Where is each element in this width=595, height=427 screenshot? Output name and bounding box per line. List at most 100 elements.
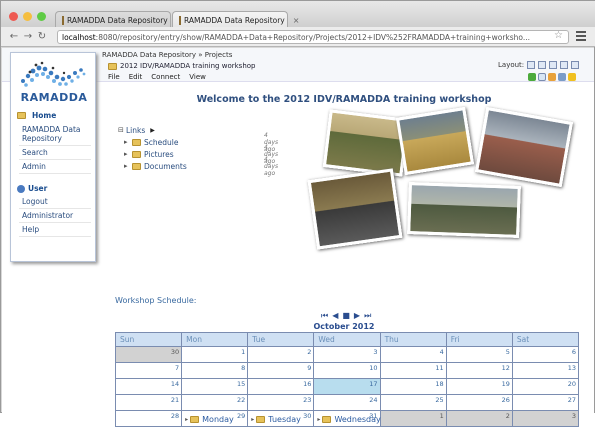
menu-connect[interactable]: Connect [151, 73, 180, 81]
calendar-day-cell[interactable]: 17 [313, 378, 381, 395]
calendar-day-cell[interactable]: 15 [181, 378, 249, 395]
day-number: 30 [170, 348, 180, 356]
calendar-day-cell[interactable]: 20 [511, 378, 580, 395]
home-folder-icon [17, 112, 26, 119]
calendar-day-cell[interactable]: 22 [181, 394, 249, 411]
day-number: 3 [571, 412, 576, 420]
sidebar-item-repository[interactable]: RAMADDA Data Repository [19, 123, 91, 146]
expand-icon[interactable]: ▸ [251, 416, 254, 423]
next-year-icon[interactable]: ⏭ [364, 311, 371, 321]
menu-file[interactable]: File [108, 73, 120, 81]
day-number: 4 [439, 348, 444, 356]
photo-classroom[interactable] [307, 168, 403, 250]
layout-grid-icon[interactable] [549, 61, 558, 69]
photo-group-portrait[interactable] [407, 182, 521, 238]
calendar-day-cell[interactable]: 25 [379, 394, 447, 411]
entry-title-text: 2012 IDV/RAMADDA training workshop [120, 62, 256, 70]
calendar-day-cell[interactable]: 5 [445, 346, 513, 363]
browser-menu-icon[interactable] [576, 31, 586, 41]
back-icon[interactable]: ← [7, 31, 21, 42]
calendar-day-cell[interactable]: 12 [445, 362, 513, 379]
calendar-day-cell[interactable]: 27 [511, 394, 580, 411]
calendar-day-cell[interactable]: 19 [445, 378, 513, 395]
today-icon[interactable]: ■ [342, 311, 350, 321]
calendar-day-cell[interactable]: 16 [247, 378, 315, 395]
day-number: 14 [170, 380, 180, 388]
calendar-day-cell[interactable]: 9 [247, 362, 315, 379]
sidebar-item-help[interactable]: Help [19, 223, 91, 237]
minimize-window-button[interactable] [23, 12, 32, 21]
day-number: 24 [369, 396, 378, 404]
play-arrow-icon[interactable]: ▶ [150, 127, 155, 134]
calendar-day-cell[interactable]: 13 [511, 362, 580, 379]
photo-meeting-room[interactable] [474, 106, 574, 188]
sidebar-item-logout[interactable]: Logout [19, 195, 91, 209]
layout-detail-icon[interactable] [571, 61, 580, 69]
home-items: RAMADDA Data Repository Search Admin [19, 123, 91, 174]
url-host: localhost [62, 32, 96, 42]
layout-tree-icon[interactable] [560, 61, 569, 69]
calendar-day-cell[interactable]: 6 [511, 346, 580, 363]
calendar-day-cell[interactable]: 7 [114, 362, 183, 379]
collapse-icon[interactable]: ⊟ [118, 126, 126, 134]
calendar-event[interactable]: ▸ Wednesday [317, 415, 380, 424]
tree-item-pictures[interactable]: ▸ Pictures 4 days ago [118, 144, 278, 165]
expand-icon[interactable]: ▸ [317, 416, 320, 423]
links-row[interactable]: ⊟ Links ▶ [118, 124, 187, 136]
calendar-day-cell[interactable]: 8 [181, 362, 249, 379]
user-section-header[interactable]: User [17, 184, 47, 193]
expand-icon[interactable]: ▸ [124, 138, 132, 146]
home-section-header[interactable]: Home [17, 111, 56, 120]
sidebar-item-search[interactable]: Search [19, 146, 91, 160]
bookmark-star-icon[interactable]: ☆ [554, 30, 563, 41]
close-window-button[interactable] [9, 12, 18, 21]
breadcrumb[interactable]: RAMADDA Data Repository » Projects [102, 51, 232, 59]
prev-year-icon[interactable]: ⏮ [321, 311, 328, 321]
tree-item-schedule[interactable]: ▸ Schedule 4 days ago [118, 132, 278, 153]
prev-month-icon[interactable]: ◀ [332, 311, 338, 321]
menu-view[interactable]: View [189, 73, 206, 81]
calendar-day-cell[interactable]: 10 [313, 362, 381, 379]
address-bar[interactable]: localhost:8080/repository/entry/show/RAM… [57, 30, 569, 44]
sidebar-item-administrator[interactable]: Administrator [19, 209, 91, 223]
calendar-day-cell[interactable]: 30 [114, 346, 183, 363]
tree-item-documents[interactable]: ▸ Documents 4 days ago [118, 156, 278, 177]
calendar-day-cell[interactable]: 21 [114, 394, 183, 411]
expand-icon[interactable]: ▸ [124, 162, 132, 170]
calendar-day-cell[interactable]: 26 [445, 394, 513, 411]
favorite-star-icon[interactable] [568, 73, 576, 81]
entry-title[interactable]: 2012 IDV/RAMADDA training workshop [108, 62, 255, 70]
calendar-day-cell[interactable]: 24 [313, 394, 381, 411]
comment-icon[interactable] [538, 73, 546, 81]
browser-tab-1[interactable]: RAMADDA Data Repository × [55, 11, 182, 28]
forward-icon[interactable]: → [21, 31, 35, 42]
calendar-day-cell[interactable]: 3 [313, 346, 381, 363]
layout-label: Layout: [498, 61, 525, 69]
add-icon[interactable] [528, 73, 536, 81]
calendar-day-cell[interactable]: 4 [379, 346, 447, 363]
menu-edit[interactable]: Edit [129, 73, 143, 81]
next-month-icon[interactable]: ▶ [354, 311, 360, 321]
expand-icon[interactable]: ▸ [185, 416, 188, 423]
calendar-day-cell[interactable]: 23 [247, 394, 315, 411]
calendar-event[interactable]: ▸ Monday [185, 415, 234, 424]
photo-group-field[interactable] [395, 106, 475, 176]
calendar-day-cell[interactable]: 14 [114, 378, 183, 395]
calendar-event[interactable]: ▸ Tuesday [251, 415, 301, 424]
reload-icon[interactable]: ↻ [35, 31, 49, 42]
layout-table-icon[interactable] [538, 61, 547, 69]
close-tab-icon[interactable]: × [293, 16, 300, 25]
browser-tab-2[interactable]: RAMADDA Data Repository × [172, 11, 299, 28]
calendar-day-cell[interactable]: 11 [379, 362, 447, 379]
expand-icon[interactable]: ▸ [124, 150, 132, 158]
sidebar-item-admin[interactable]: Admin [19, 160, 91, 174]
layout-list-icon[interactable] [527, 61, 536, 69]
tab-bar: RAMADDA Data Repository × RAMADDA Data R… [1, 1, 595, 28]
layout-selector: Layout: [498, 61, 580, 69]
zoom-window-button[interactable] [37, 12, 46, 21]
rss-icon[interactable] [548, 73, 556, 81]
calendar-day-cell[interactable]: 18 [379, 378, 447, 395]
calendar-day-cell[interactable]: 2 [247, 346, 315, 363]
calendar-day-cell[interactable]: 1 [181, 346, 249, 363]
mail-icon[interactable] [558, 73, 566, 81]
